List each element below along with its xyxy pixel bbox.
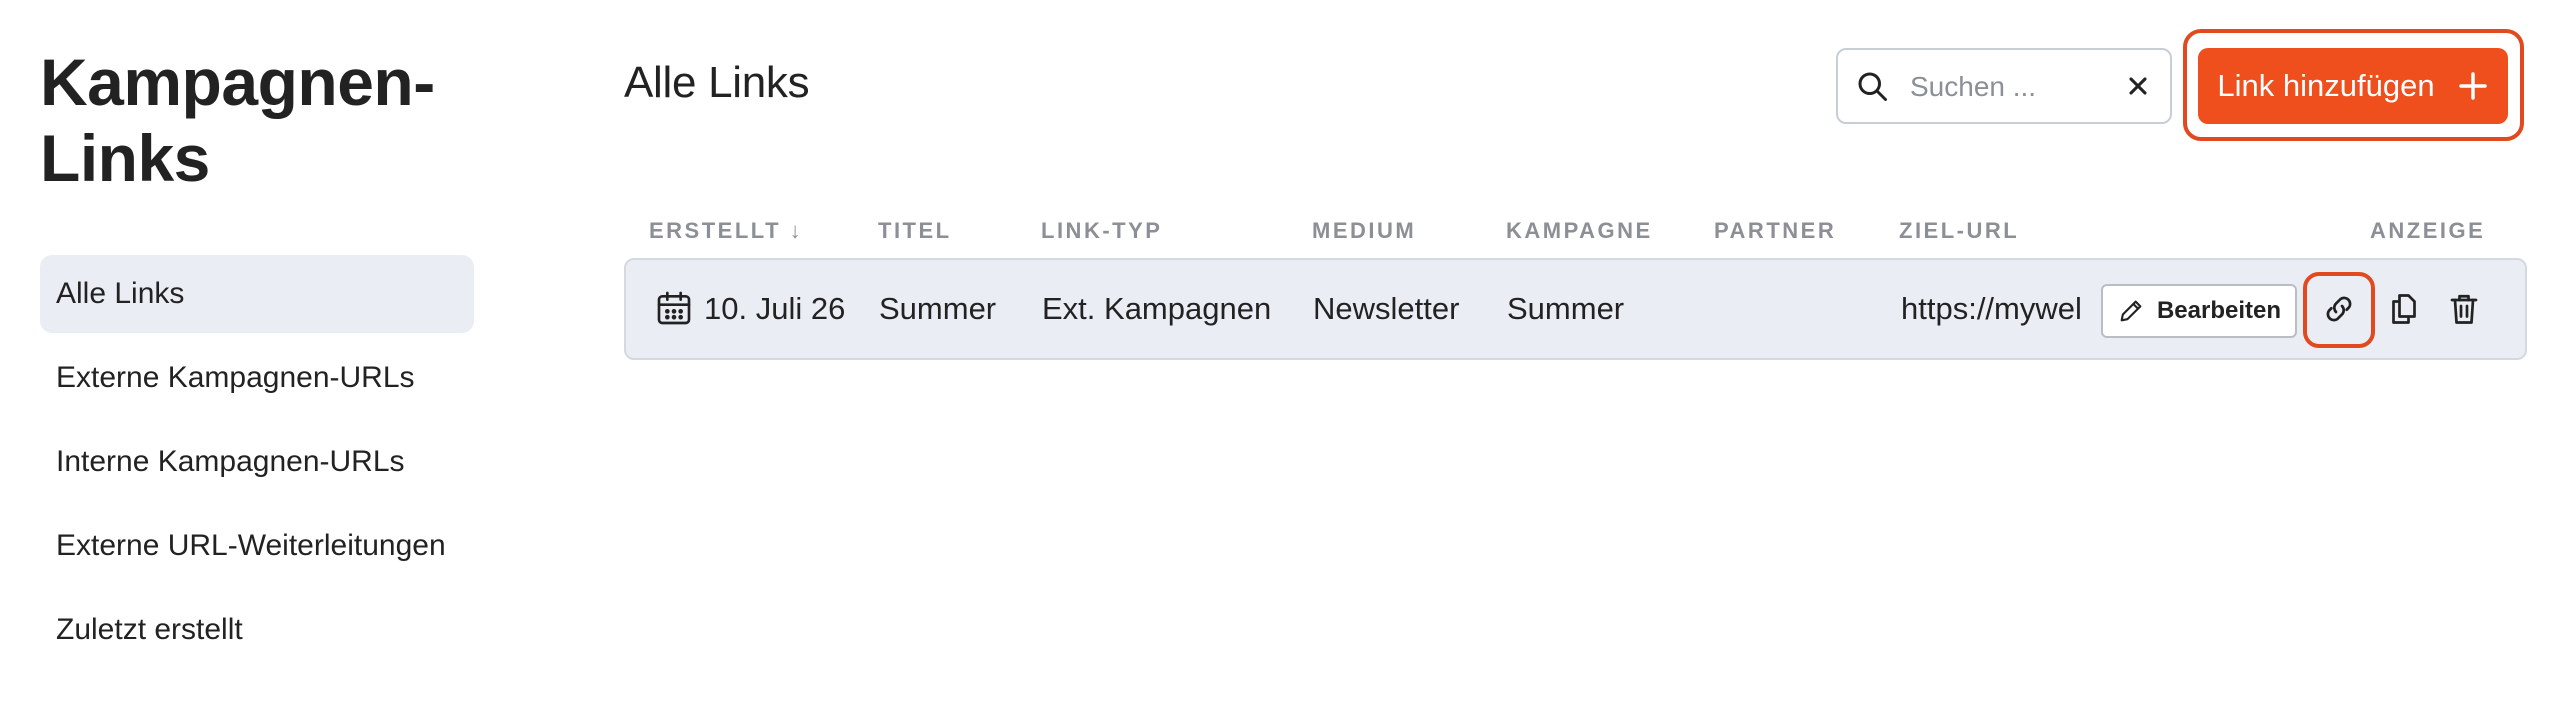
pencil-icon	[2120, 300, 2142, 322]
add-link-button-label: Link hinzufügen	[2217, 68, 2435, 103]
column-header-anzeige[interactable]: ANZEIGE	[2370, 218, 2485, 244]
cell-campaign: Summer	[1507, 291, 1625, 326]
cell-link-type: Ext. Kampagnen	[1042, 291, 1272, 326]
column-header-titel[interactable]: TITEL	[878, 218, 952, 244]
app-title: Kampagnen- Links	[40, 44, 480, 196]
page-title: Alle Links	[624, 58, 810, 107]
calendar-icon	[657, 291, 691, 325]
search-icon	[1858, 72, 1887, 101]
cell-medium: Newsletter	[1313, 291, 1460, 326]
table-row[interactable]: 10. Juli 26 Summer Ext. Kampagnen Newsle…	[624, 258, 2527, 360]
add-link-button[interactable]: Link hinzufügen	[2198, 48, 2508, 124]
cell-title: Summer	[879, 291, 997, 326]
sidebar-item-externe-kampagnen-urls[interactable]: Externe Kampagnen-URLs	[40, 339, 474, 417]
edit-button[interactable]: Bearbeiten	[2101, 284, 2297, 338]
sidebar-item-alle-links[interactable]: Alle Links	[40, 255, 474, 333]
sidebar-item-interne-kampagnen-urls[interactable]: Interne Kampagnen-URLs	[40, 423, 474, 501]
app-title-line-1: Kampagnen-	[40, 45, 435, 119]
app-title-line-2: Links	[40, 121, 210, 195]
column-header-kampagne[interactable]: KAMPAGNE	[1506, 218, 1653, 244]
column-header-partner[interactable]: PARTNER	[1714, 218, 1836, 244]
column-header-medium[interactable]: MEDIUM	[1312, 218, 1416, 244]
cell-created: 10. Juli 26	[704, 291, 846, 326]
column-header-erstellt[interactable]: ERSTELLT ↓	[649, 218, 803, 244]
plus-icon	[2458, 72, 2487, 100]
column-header-ziel-url[interactable]: ZIEL-URL	[1899, 218, 2019, 244]
link-icon[interactable]	[2321, 290, 2357, 328]
copy-icon[interactable]	[2386, 290, 2422, 328]
search-box[interactable]	[1836, 48, 2172, 124]
cell-target-url[interactable]: https://mywel	[1901, 260, 2087, 358]
column-header-link-typ[interactable]: LINK-TYP	[1041, 218, 1162, 244]
edit-button-label: Bearbeiten	[2156, 297, 2282, 324]
trash-icon[interactable]	[2446, 290, 2482, 328]
search-input[interactable]	[1908, 50, 2102, 124]
sidebar-nav: Alle Links Externe Kampagnen-URLs Intern…	[40, 255, 474, 675]
sidebar-item-zuletzt-erstellt[interactable]: Zuletzt erstellt	[40, 591, 474, 669]
close-icon[interactable]	[2124, 72, 2152, 100]
sidebar-item-externe-url-weiterleitungen[interactable]: Externe URL-Weiterleitungen	[40, 507, 474, 585]
